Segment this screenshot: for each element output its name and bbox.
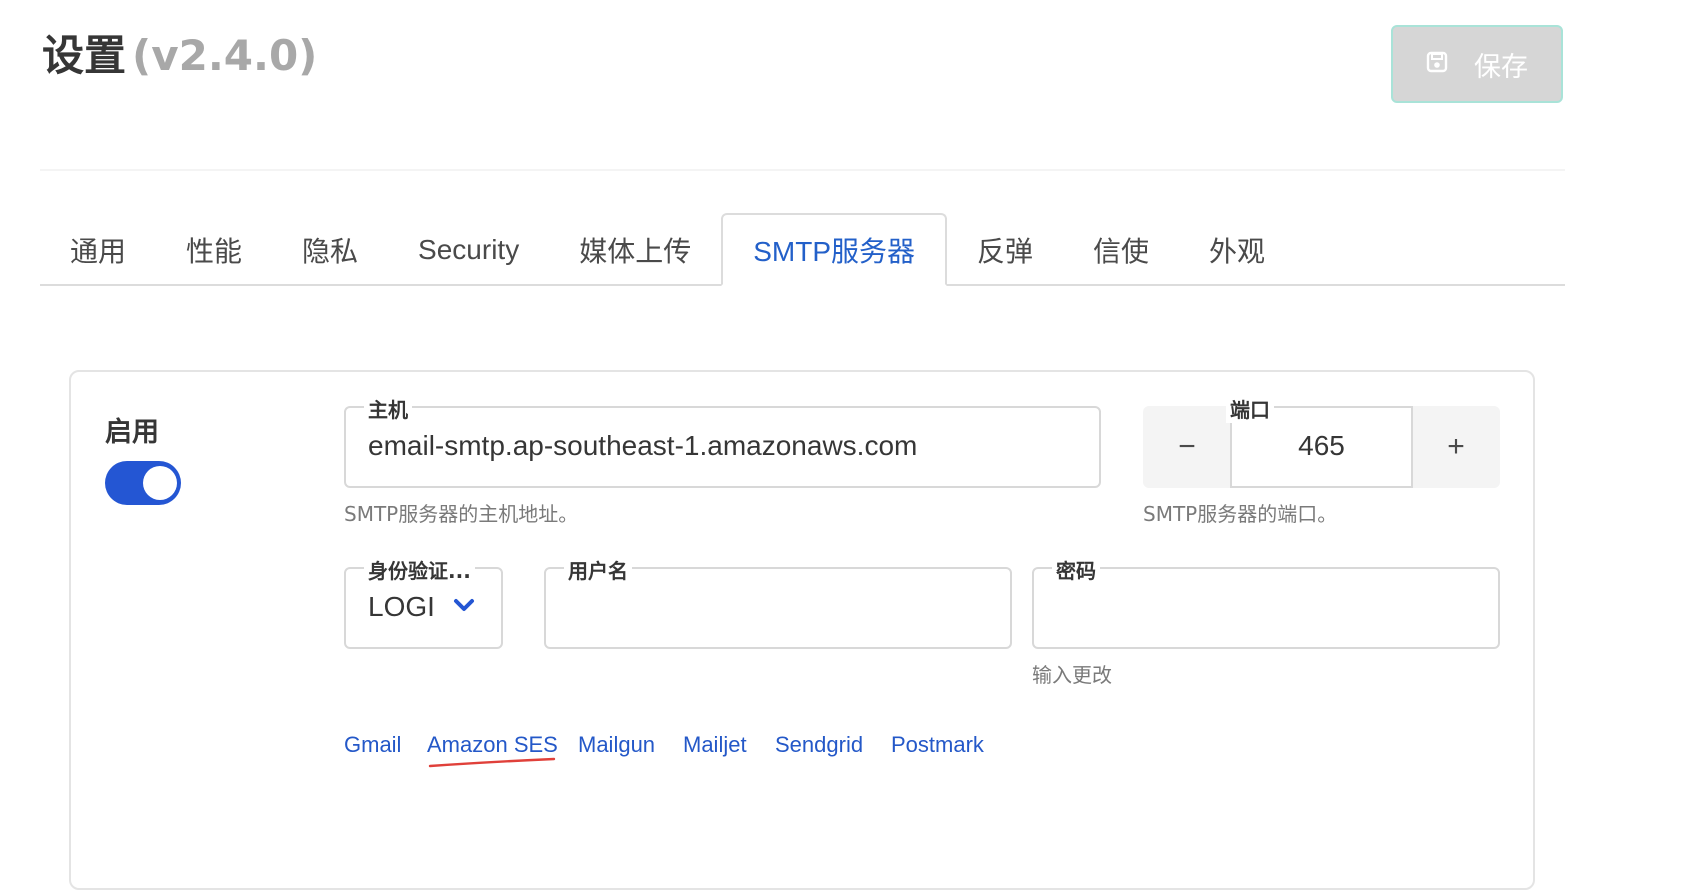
tab-label: 性能 [186,235,243,267]
port-decrement-button[interactable]: − [1143,406,1231,488]
password-field[interactable]: 密码 [1032,555,1500,649]
port-field[interactable]: 端口 465 [1226,394,1413,488]
tab-bounce[interactable]: 反弹 [947,213,1063,286]
tab-privacy[interactable]: 隐私 [272,213,388,286]
provider-link-sendgrid[interactable]: Sendgrid [775,732,863,758]
page-title-text: 设置 [42,31,127,80]
save-button-label: 保存 [1474,51,1528,82]
port-help: SMTP服务器的端口。 [1143,502,1338,526]
tab-security[interactable]: Security [388,213,549,286]
tab-media-upload[interactable]: 媒体上传 [549,213,721,286]
username-field[interactable]: 用户名 [544,555,1012,649]
tab-general[interactable]: 通用 [40,213,156,286]
port-value: 465 [1298,430,1345,461]
host-field[interactable]: 主机 email-smtp.ap-southeast-1.amazonaws.c… [344,394,1101,488]
tab-label: 反弹 [977,235,1034,267]
tab-label: 信使 [1093,235,1150,267]
port-increment-button[interactable]: + [1412,406,1500,488]
tab-appearance[interactable]: 外观 [1179,213,1295,286]
provider-link-amazon-ses[interactable]: Amazon SES [427,732,558,758]
auth-value: LOGI [368,591,435,622]
provider-link-postmark[interactable]: Postmark [891,732,984,758]
annotation-underline [428,756,558,775]
tab-performance[interactable]: 性能 [156,213,272,286]
port-label: 端口 [1226,394,1274,423]
tab-label: 外观 [1209,235,1266,267]
host-value: email-smtp.ap-southeast-1.amazonaws.com [368,430,918,461]
password-help: 输入更改 [1032,663,1112,687]
host-label: 主机 [364,394,412,423]
floppy-disk-icon [1426,49,1448,80]
auth-protocol-select[interactable]: 身份验证... LOGI [344,555,503,649]
tab-messengers[interactable]: 信使 [1063,213,1179,286]
username-label: 用户名 [564,555,632,584]
password-label: 密码 [1052,555,1100,584]
enable-label: 启用 [105,417,159,448]
save-button[interactable]: 保存 [1391,25,1563,103]
tab-label: SMTP服务器 [753,235,915,267]
tab-label: 媒体上传 [579,235,692,267]
host-help: SMTP服务器的主机地址。 [344,502,579,526]
tab-smtp[interactable]: SMTP服务器 [721,213,947,286]
tab-label: 隐私 [302,235,359,267]
tab-label: 通用 [70,235,127,267]
provider-link-mailgun[interactable]: Mailgun [578,732,655,758]
page-title: 设置 (v2.4.0) [42,22,317,83]
provider-link-gmail[interactable]: Gmail [344,732,401,758]
tab-label: Security [418,233,520,265]
chevron-down-icon [453,597,475,618]
provider-link-mailjet[interactable]: Mailjet [683,732,747,758]
settings-tabs: 通用 性能 隐私 Security 媒体上传 SMTP服务器 反弹 信使 外观 [40,213,1295,286]
version-label: (v2.4.0) [132,31,318,80]
header-divider [40,169,1565,171]
auth-label: 身份验证... [364,555,475,584]
enable-toggle[interactable] [105,461,181,505]
toggle-knob [143,466,177,500]
